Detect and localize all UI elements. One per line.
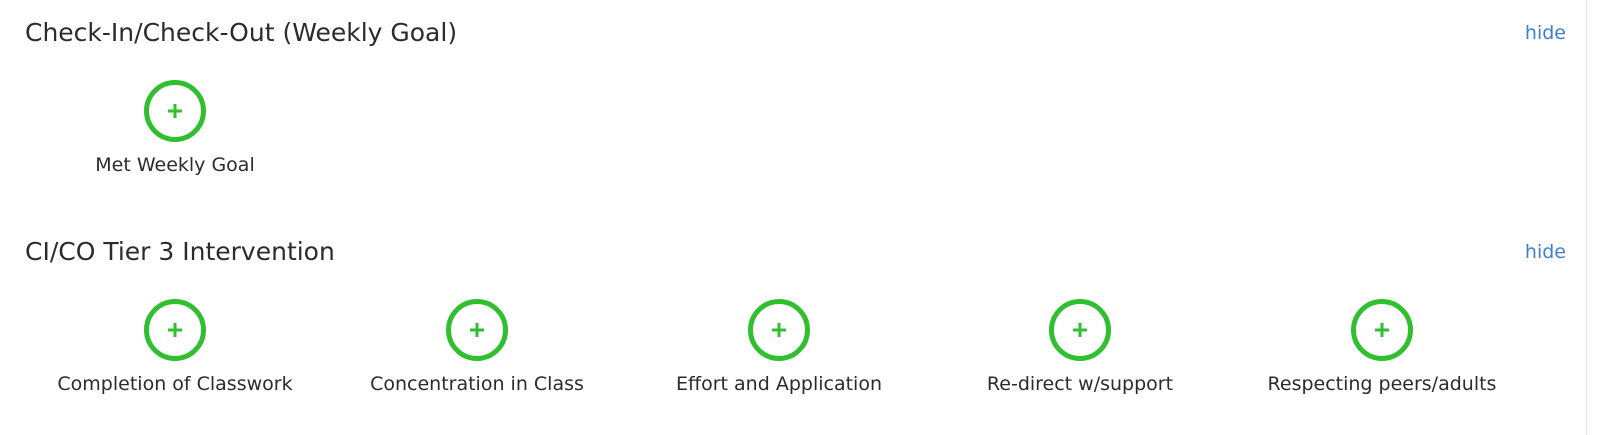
behavior-label: Concentration in Class: [370, 373, 584, 395]
plus-circle-icon[interactable]: [1351, 299, 1413, 361]
behavior-label: Respecting peers/adults: [1267, 373, 1497, 395]
plus-icon: [1375, 323, 1389, 337]
behavior-respecting-peers-adults[interactable]: Respecting peers/adults: [1232, 297, 1532, 397]
behavior-label: Met Weekly Goal: [95, 154, 255, 176]
plus-circle-icon[interactable]: [144, 299, 206, 361]
behavior-concentration-in-class[interactable]: Concentration in Class: [327, 297, 627, 397]
behavior-completion-of-classwork[interactable]: Completion of Classwork: [25, 297, 325, 397]
behavior-label: Completion of Classwork: [57, 373, 293, 395]
behavior-label: Re-direct w/support: [986, 373, 1174, 395]
plus-circle-icon[interactable]: [1049, 299, 1111, 361]
plus-icon: [772, 323, 786, 337]
plus-icon: [168, 104, 182, 118]
plus-icon: [1073, 323, 1087, 337]
hide-link[interactable]: hide: [1525, 20, 1566, 46]
behavior-re-direct-with-support[interactable]: Re-direct w/support: [930, 297, 1230, 397]
plus-circle-icon[interactable]: [446, 299, 508, 361]
behavior-met-weekly-goal[interactable]: Met Weekly Goal: [25, 78, 325, 178]
section-title: Check-In/Check-Out (Weekly Goal): [25, 18, 458, 47]
behavior-label: Effort and Application: [676, 373, 882, 395]
plus-icon: [470, 323, 484, 337]
plus-circle-icon[interactable]: [144, 80, 206, 142]
behavior-effort-and-application[interactable]: Effort and Application: [629, 297, 929, 397]
section-title: CI/CO Tier 3 Intervention: [25, 237, 335, 266]
plus-circle-icon[interactable]: [748, 299, 810, 361]
behavior-list: Met Weekly Goal: [25, 78, 1566, 208]
hide-link[interactable]: hide: [1525, 239, 1566, 265]
plus-icon: [168, 323, 182, 337]
behavior-list: Completion of Classwork Concentration in…: [25, 297, 1566, 427]
panel-right-border: [1586, 0, 1587, 435]
